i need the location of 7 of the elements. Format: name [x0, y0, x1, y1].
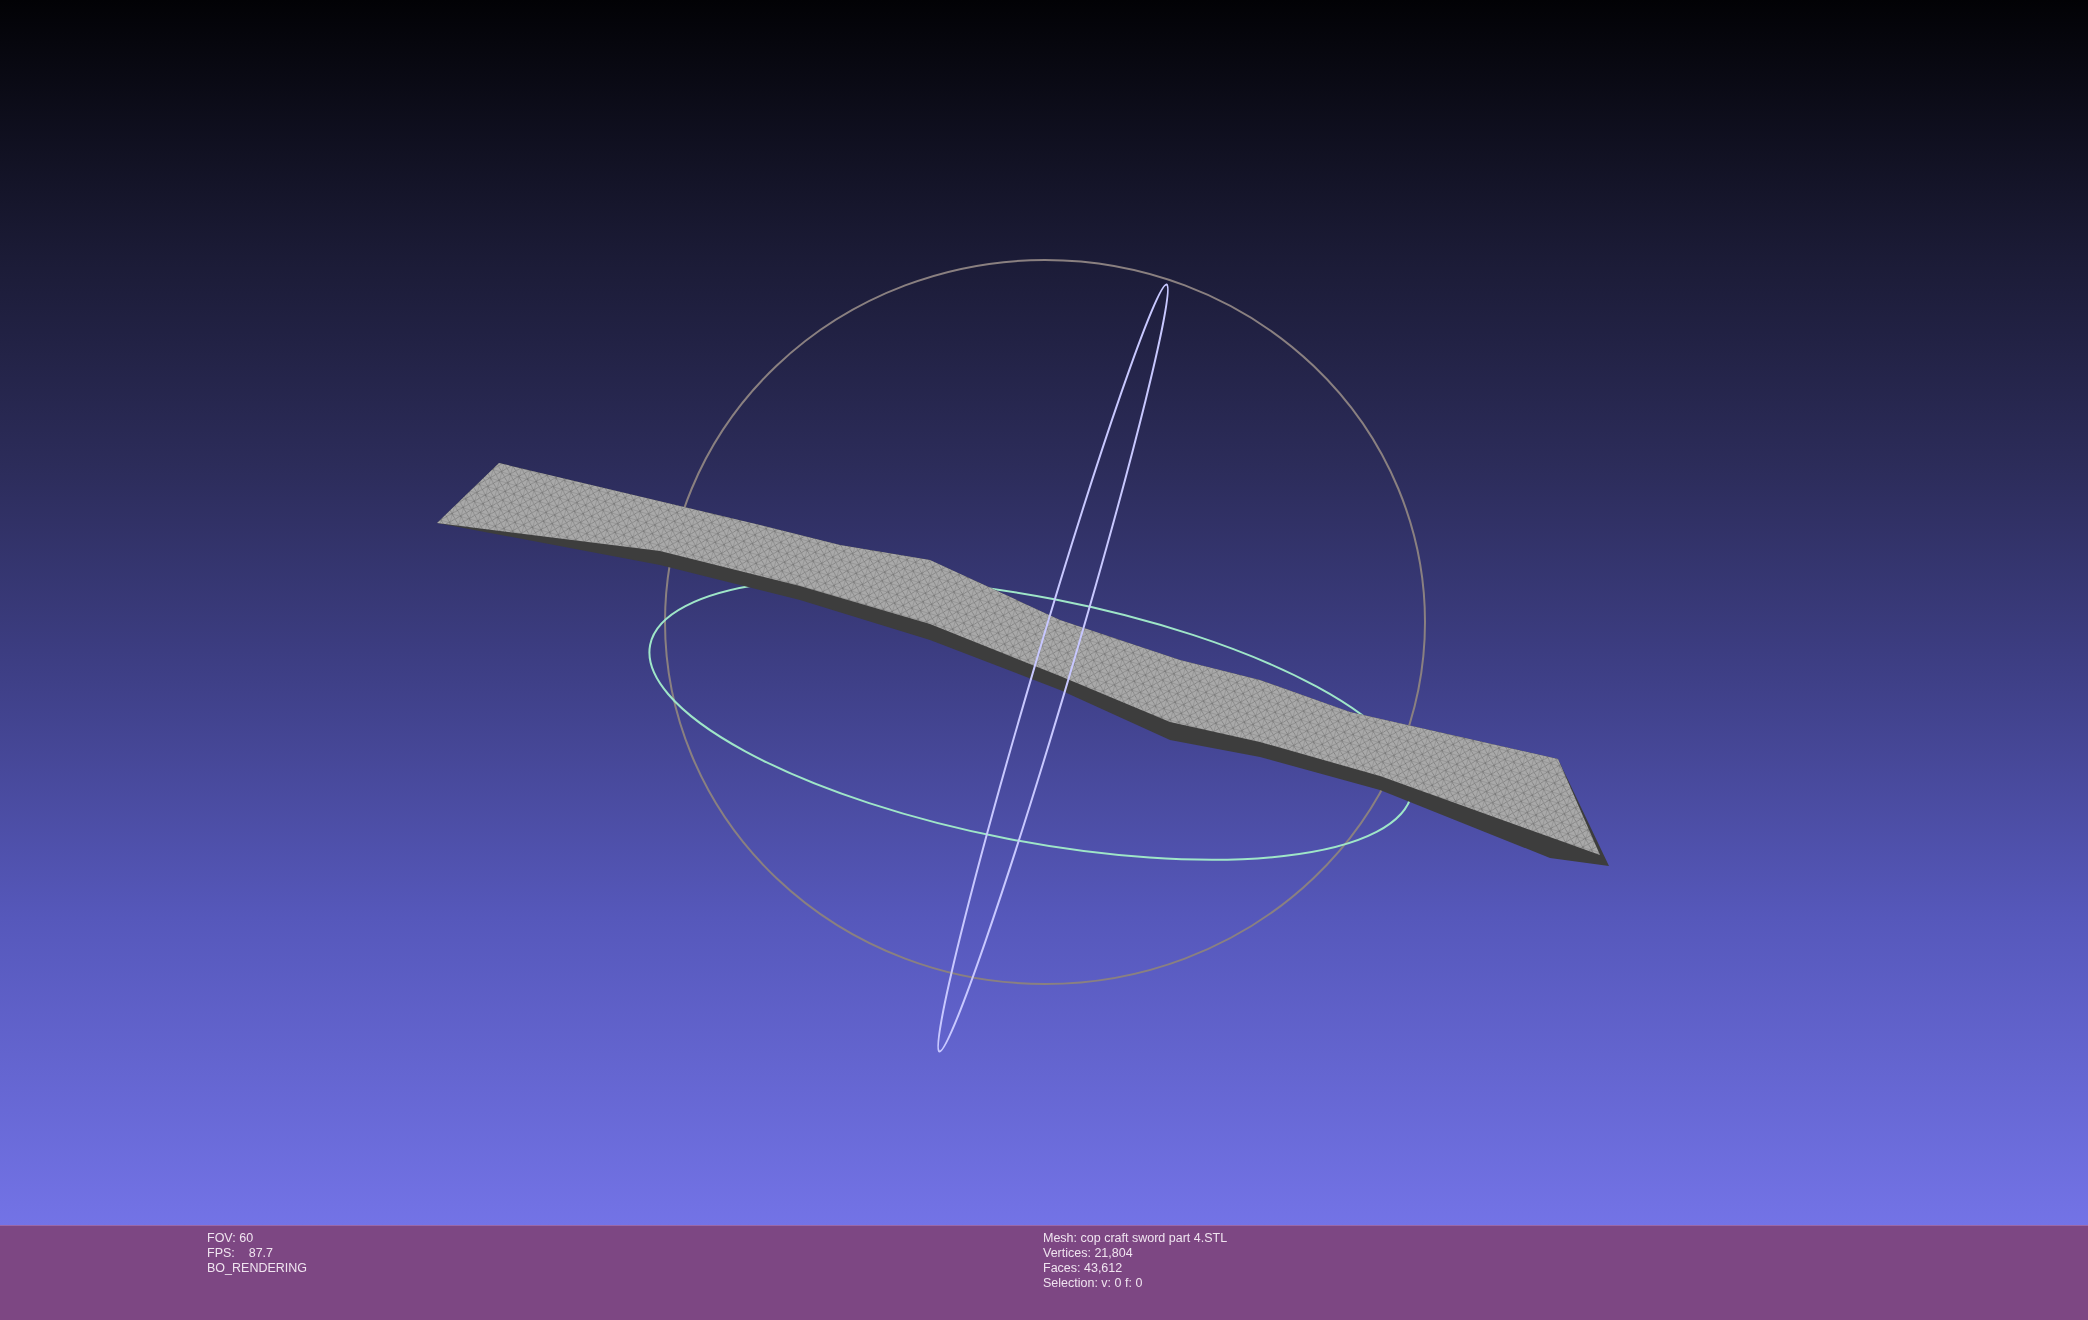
status-text: Selection: v: 0 f: 0 — [1043, 1276, 1144, 1291]
status-text: BO_RENDERING — [207, 1261, 308, 1276]
status-text: FPS: 87.7 — [207, 1246, 274, 1261]
status-text: Vertices: 21,804 — [1043, 1246, 1134, 1261]
status-text: Mesh: cop craft sword part 4.STL — [1043, 1231, 1228, 1246]
status-text: Faces: 43,612 — [1043, 1261, 1124, 1276]
status-text: FOV: 60 — [207, 1231, 255, 1246]
